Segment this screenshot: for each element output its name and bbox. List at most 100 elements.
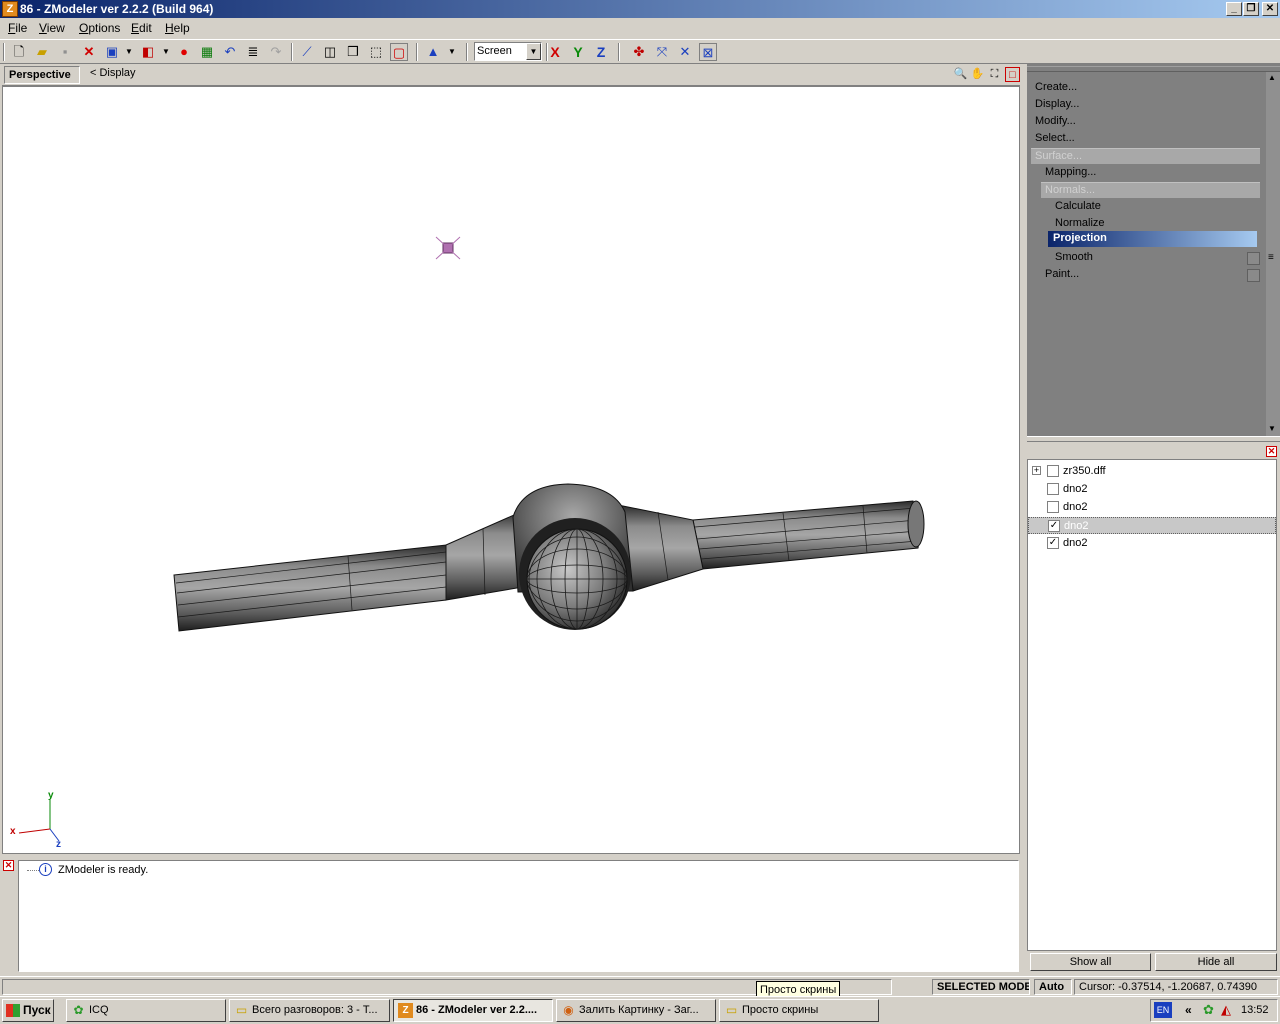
visibility-checkbox[interactable]: ✓: [1048, 520, 1060, 532]
toolbar-separator: [618, 43, 620, 61]
model-mesh[interactable]: [173, 483, 925, 632]
pan-hand-icon[interactable]: ✋: [970, 67, 985, 82]
texture-icon[interactable]: ▦: [198, 43, 216, 61]
record-icon[interactable]: ●: [175, 43, 193, 61]
maximize-button[interactable]: ❐: [1243, 2, 1259, 16]
task-icq[interactable]: ✿ ICQ: [66, 999, 226, 1022]
import-dropdown-icon[interactable]: ▼: [120, 43, 138, 61]
start-button[interactable]: Пуск: [2, 999, 54, 1022]
expand-icon[interactable]: +: [1032, 466, 1041, 475]
command-mapping[interactable]: Mapping...: [1045, 166, 1096, 178]
axis-y-toggle[interactable]: Y: [569, 43, 587, 61]
tree-item[interactable]: ✓ dno2: [1028, 535, 1276, 552]
axis-x-toggle[interactable]: X: [546, 43, 564, 61]
close-file-icon[interactable]: ✕: [80, 43, 98, 61]
app-icon[interactable]: Z: [2, 1, 18, 17]
save-file-icon[interactable]: ▪: [56, 43, 74, 61]
command-create[interactable]: Create...: [1035, 81, 1077, 93]
task-zmodeler[interactable]: Z 86 - ZModeler ver 2.2....: [393, 999, 553, 1022]
task-browser[interactable]: ◉ Залить Картинку - Заг...: [556, 999, 716, 1022]
command-surface[interactable]: Surface...: [1031, 148, 1260, 164]
object-mode-icon[interactable]: ⬚: [367, 43, 385, 61]
visibility-checkbox[interactable]: [1047, 483, 1059, 495]
notes-icon[interactable]: ≣: [244, 43, 262, 61]
task-chat[interactable]: ▭ Всего разговоров: 3 - Т...: [229, 999, 390, 1022]
command-paint[interactable]: Paint...: [1045, 268, 1079, 280]
smooth-options-checkbox[interactable]: [1247, 252, 1260, 265]
info-icon: i: [39, 863, 52, 876]
viewport-tab-perspective[interactable]: Perspective: [4, 66, 80, 84]
command-projection[interactable]: Projection: [1048, 231, 1257, 247]
chevron-down-icon[interactable]: ▼: [526, 43, 541, 60]
scroll-down-icon[interactable]: ▼: [1268, 424, 1276, 433]
object-tree-panel: + zr350.dff dno2 dno2 ✓ dno2 ✓ dno2: [1027, 459, 1277, 951]
tree-item-label: dno2: [1064, 520, 1089, 532]
close-button[interactable]: ✕: [1262, 2, 1278, 16]
fit-view-icon[interactable]: ⛶: [987, 67, 1002, 82]
coord-system-select[interactable]: Screen ▼: [474, 42, 542, 61]
grid-icon[interactable]: ⊠: [699, 43, 717, 61]
new-file-icon[interactable]: 🗋: [10, 43, 28, 61]
command-select[interactable]: Select...: [1035, 132, 1075, 144]
command-display[interactable]: Display...: [1035, 98, 1079, 110]
normals-dropdown-icon[interactable]: ▼: [443, 43, 461, 61]
scroll-grip-icon[interactable]: ≡: [1268, 252, 1274, 263]
status-mode: SELECTED MODE: [932, 979, 1030, 995]
export-icon[interactable]: ◧: [139, 43, 157, 61]
box-mode-icon[interactable]: ❒: [344, 43, 362, 61]
log-close-icon[interactable]: ✕: [3, 860, 14, 871]
maximize-viewport-icon[interactable]: □: [1005, 67, 1020, 82]
command-normals[interactable]: Normals...: [1041, 182, 1260, 198]
vertex-mode-icon[interactable]: ⟋: [298, 43, 316, 61]
normals-icon[interactable]: ▲: [424, 43, 442, 61]
move-icon[interactable]: ✕: [676, 43, 694, 61]
task-folder[interactable]: ▭ Просто скрины: [719, 999, 879, 1022]
menu-view[interactable]: View: [39, 21, 65, 35]
hide-all-button[interactable]: Hide all: [1155, 953, 1277, 971]
open-file-icon[interactable]: ▰: [33, 43, 51, 61]
import-icon[interactable]: ▣: [103, 43, 121, 61]
minimize-button[interactable]: _: [1226, 2, 1242, 16]
objects-panel-close-icon[interactable]: ✕: [1266, 446, 1277, 457]
menu-edit[interactable]: Edit: [131, 21, 152, 35]
light-marker-icon[interactable]: [435, 236, 461, 260]
visibility-checkbox[interactable]: ✓: [1047, 537, 1059, 549]
object-select-icon[interactable]: ▢: [390, 43, 408, 61]
command-normalize[interactable]: Normalize: [1055, 217, 1105, 229]
panel-splitter[interactable]: [1027, 436, 1280, 442]
axis-z-toggle[interactable]: Z: [592, 43, 610, 61]
tree-item[interactable]: dno2: [1028, 499, 1276, 516]
system-tray: « ✿ ◭ 13:52: [1150, 999, 1278, 1022]
axes-icon[interactable]: ⤧: [653, 43, 671, 61]
tree-item-label: dno2: [1063, 501, 1088, 513]
scroll-up-icon[interactable]: ▲: [1268, 73, 1276, 82]
viewport-header: Perspective < Display 🔍 ✋ ⛶ □: [2, 65, 1020, 86]
visibility-checkbox[interactable]: [1047, 501, 1059, 513]
undo-icon[interactable]: ↶: [221, 43, 239, 61]
export-dropdown-icon[interactable]: ▼: [157, 43, 175, 61]
paint-options-checkbox[interactable]: [1247, 269, 1260, 282]
tree-item[interactable]: + zr350.dff: [1028, 463, 1276, 480]
viewport-display-menu[interactable]: < Display: [90, 67, 136, 79]
menu-options[interactable]: Options: [79, 21, 120, 35]
zoom-icon[interactable]: 🔍: [953, 67, 968, 82]
tree-item-selected[interactable]: ✓ dno2: [1028, 517, 1276, 534]
task-label: Просто скрины: [742, 1004, 819, 1016]
command-calculate[interactable]: Calculate: [1055, 200, 1101, 212]
command-modify[interactable]: Modify...: [1035, 115, 1076, 127]
tray-expand-icon[interactable]: «: [1185, 1003, 1192, 1017]
face-mode-icon[interactable]: ◫: [321, 43, 339, 61]
visibility-checkbox[interactable]: [1047, 465, 1059, 477]
menu-help[interactable]: Help: [165, 21, 190, 35]
pick-icon[interactable]: ✤: [630, 43, 648, 61]
menu-file[interactable]: File: [8, 21, 27, 35]
tree-item[interactable]: dno2: [1028, 481, 1276, 498]
redo-icon[interactable]: ↷: [267, 43, 285, 61]
viewport-canvas[interactable]: y x z: [2, 86, 1020, 854]
command-smooth[interactable]: Smooth: [1055, 251, 1093, 263]
command-panel-scrollbar[interactable]: ▲ ≡ ▼: [1266, 72, 1280, 436]
show-all-button[interactable]: Show all: [1030, 953, 1151, 971]
title-bar: Z 86 - ZModeler ver 2.2.2 (Build 964) _ …: [0, 0, 1280, 18]
antivirus-icon[interactable]: ◭: [1221, 1002, 1231, 1018]
icq-tray-icon[interactable]: ✿: [1203, 1002, 1214, 1018]
